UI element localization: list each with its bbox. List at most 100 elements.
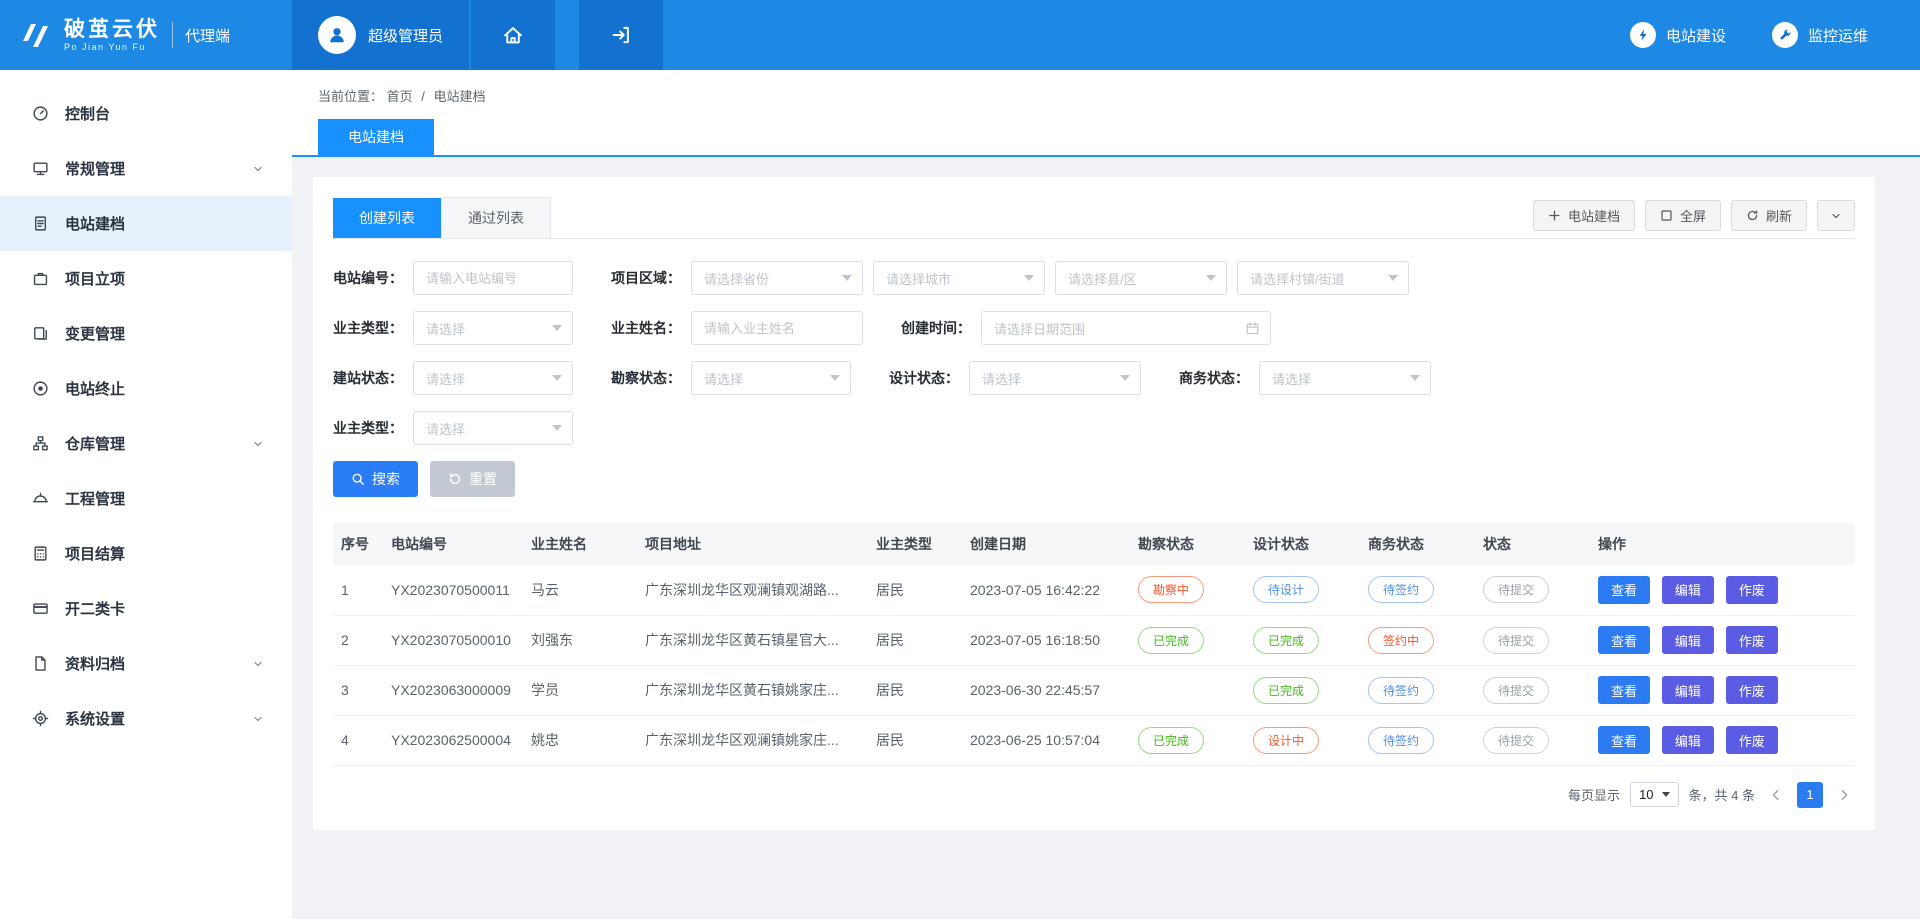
view-button[interactable]: 查看	[1598, 576, 1650, 604]
sidebar-item-project-init[interactable]: 项目立项	[0, 251, 292, 306]
cell-owner: 刘强东	[523, 615, 637, 665]
tab-create-list[interactable]: 创建列表	[333, 198, 441, 238]
sidebar-item-change-mgmt[interactable]: 变更管理	[0, 306, 292, 361]
cell-address: 广东深圳龙华区观澜镇观湖路...	[637, 565, 868, 615]
chevron-down-icon	[1206, 275, 1216, 281]
logout-button[interactable]	[579, 0, 663, 70]
edit-button[interactable]: 编辑	[1662, 726, 1714, 754]
business-status-select[interactable]: 请选择	[1259, 361, 1431, 395]
refresh-button[interactable]: 刷新	[1731, 200, 1807, 231]
card-icon	[32, 600, 49, 617]
cell-type: 居民	[868, 615, 962, 665]
owner-name-input[interactable]	[691, 311, 863, 345]
sidebar-item-warehouse[interactable]: 仓库管理	[0, 416, 292, 471]
nav-station-build[interactable]: 电站建设	[1630, 22, 1726, 48]
city-select[interactable]: 请选择城市	[873, 261, 1045, 295]
view-button[interactable]: 查看	[1598, 676, 1650, 704]
chevron-down-icon	[552, 375, 562, 381]
business-status-badge: 签约中	[1368, 627, 1434, 654]
sidebar-item-settings[interactable]: 系统设置	[0, 691, 292, 746]
view-button[interactable]: 查看	[1598, 626, 1650, 654]
col-status: 状态	[1475, 523, 1590, 565]
void-button[interactable]: 作废	[1726, 576, 1778, 604]
owner-type-select-2[interactable]: 请选择	[413, 411, 573, 445]
build-status-select[interactable]: 请选择	[413, 361, 573, 395]
wrench-icon	[1772, 22, 1798, 48]
table-row: 2 YX2023070500010 刘强东 广东深圳龙华区黄石镇星官大... 居…	[333, 615, 1855, 665]
plus-icon	[1548, 209, 1561, 222]
gear-icon	[32, 710, 49, 727]
sitemap-icon	[32, 435, 49, 452]
avatar	[318, 16, 356, 54]
stop-circle-icon	[32, 380, 49, 397]
filter-owner-type-2: 业主类型： 请选择	[333, 411, 573, 445]
chevron-down-icon	[1120, 375, 1130, 381]
void-button[interactable]: 作废	[1726, 726, 1778, 754]
chevron-down-icon	[252, 438, 264, 450]
collapse-toolbar-button[interactable]	[1817, 200, 1855, 231]
reset-button[interactable]: 重置	[430, 461, 515, 497]
sidebar: 控制台 常规管理 电站建档 项目立项 变更管理 电站终止	[0, 70, 292, 919]
edit-button[interactable]: 编辑	[1662, 576, 1714, 604]
survey-status-select[interactable]: 请选择	[691, 361, 851, 395]
brand-subtitle: Po Jian Yun Fu	[64, 42, 160, 52]
add-station-button[interactable]: 电站建档	[1533, 200, 1635, 231]
station-no-input[interactable]	[413, 261, 573, 295]
filter-station-no: 电站编号：	[333, 261, 573, 295]
chevron-down-icon	[252, 163, 264, 175]
chevron-down-icon	[252, 658, 264, 670]
prev-page-button[interactable]	[1765, 788, 1787, 802]
next-page-button[interactable]	[1833, 788, 1855, 802]
date-range-input[interactable]: 请选择日期范围	[981, 311, 1271, 345]
toolbar: 电站建档 全屏 刷新	[1533, 200, 1855, 235]
sidebar-item-station-terminate[interactable]: 电站终止	[0, 361, 292, 416]
sidebar-item-archive[interactable]: 资料归档	[0, 636, 292, 691]
view-button[interactable]: 查看	[1598, 726, 1650, 754]
filter-build-status: 建站状态： 请选择	[333, 361, 573, 395]
filter-design-status: 设计状态： 请选择	[889, 361, 1141, 395]
page-tab-station-archive[interactable]: 电站建档	[318, 119, 434, 155]
edit-button[interactable]: 编辑	[1662, 626, 1714, 654]
chevron-down-icon	[252, 713, 264, 725]
briefcase-icon	[32, 270, 49, 287]
brand-divider	[172, 22, 173, 48]
cell-index: 2	[333, 615, 383, 665]
chevron-down-icon	[552, 325, 562, 331]
tab-passed-list[interactable]: 通过列表	[441, 197, 551, 238]
sidebar-item-console[interactable]: 控制台	[0, 86, 292, 141]
breadcrumb-home[interactable]: 首页	[387, 89, 413, 104]
province-select[interactable]: 请选择省份	[691, 261, 863, 295]
business-status-badge: 待签约	[1368, 677, 1434, 704]
sidebar-item-engineering[interactable]: 工程管理	[0, 471, 292, 526]
design-status-badge: 已完成	[1253, 677, 1319, 704]
cell-created: 2023-07-05 16:42:22	[962, 565, 1130, 615]
void-button[interactable]: 作废	[1726, 626, 1778, 654]
nav-monitor-ops[interactable]: 监控运维	[1772, 22, 1868, 48]
col-index: 序号	[333, 523, 383, 565]
owner-type-select[interactable]: 请选择	[413, 311, 573, 345]
col-survey-status: 勘察状态	[1130, 523, 1245, 565]
sidebar-item-settlement[interactable]: 项目结算	[0, 526, 292, 581]
cell-address: 广东深圳龙华区黄石镇姚家庄...	[637, 665, 868, 715]
page-number-1[interactable]: 1	[1797, 782, 1823, 808]
edit-button[interactable]: 编辑	[1662, 676, 1714, 704]
filter-owner-name: 业主姓名：	[611, 311, 863, 345]
town-select[interactable]: 请选择村镇/街道	[1237, 261, 1409, 295]
sidebar-item-class2-card[interactable]: 开二类卡	[0, 581, 292, 636]
design-status-select[interactable]: 请选择	[969, 361, 1141, 395]
home-button[interactable]	[471, 0, 555, 70]
per-page-select[interactable]: 10	[1630, 782, 1678, 807]
fullscreen-button[interactable]: 全屏	[1645, 200, 1721, 231]
design-status-badge: 待设计	[1253, 576, 1319, 603]
sidebar-item-general[interactable]: 常规管理	[0, 141, 292, 196]
nav-station-build-label: 电站建设	[1666, 25, 1726, 46]
brand-logo-icon	[20, 20, 54, 50]
void-button[interactable]: 作废	[1726, 676, 1778, 704]
county-select[interactable]: 请选择县/区	[1055, 261, 1227, 295]
cell-created: 2023-07-05 16:18:50	[962, 615, 1130, 665]
user-menu[interactable]: 超级管理员	[292, 0, 469, 70]
sidebar-item-station-archive[interactable]: 电站建档	[0, 196, 292, 251]
survey-status-badge: 已完成	[1138, 727, 1204, 754]
search-button[interactable]: 搜索	[333, 461, 418, 497]
design-status-badge: 已完成	[1253, 627, 1319, 654]
